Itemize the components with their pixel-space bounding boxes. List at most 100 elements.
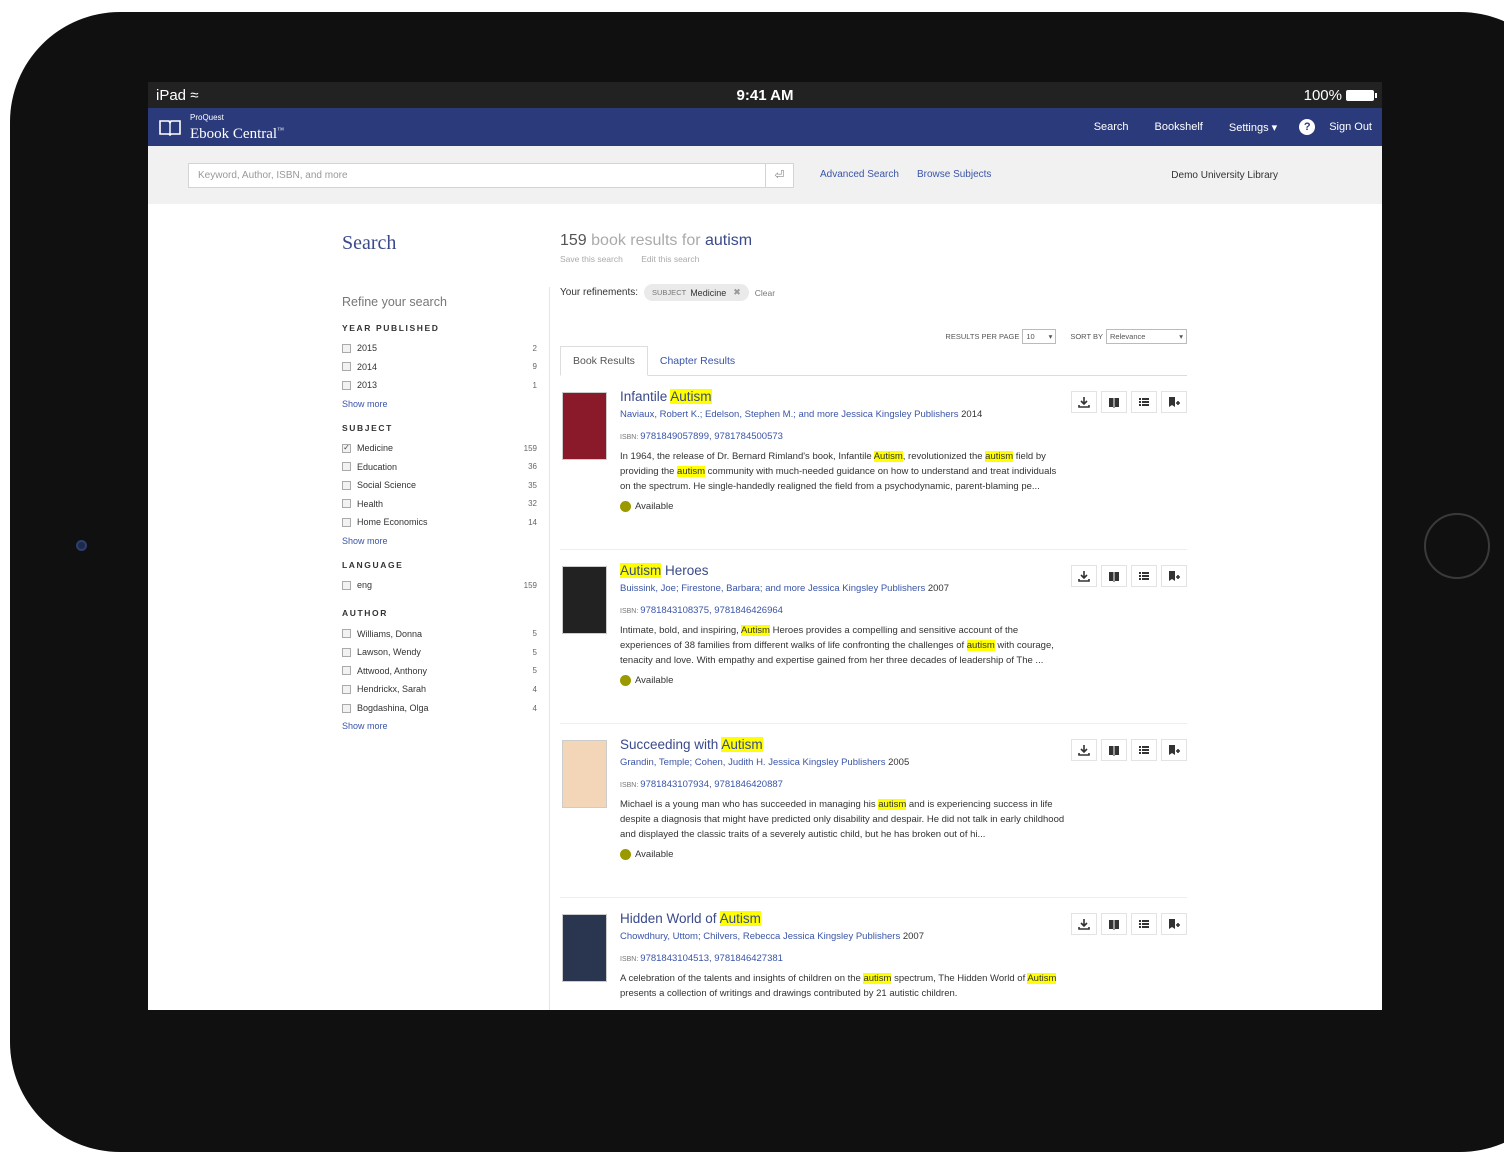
book-cover[interactable] (562, 566, 607, 634)
checkbox[interactable]: ✓ (342, 443, 351, 453)
remove-icon[interactable]: ✖ (733, 287, 741, 298)
facet-option[interactable]: 2014 9 (342, 358, 537, 377)
facet-count: 5 (532, 666, 537, 676)
enter-icon[interactable]: ⏎ (765, 163, 793, 187)
book-cover[interactable] (562, 392, 607, 460)
download-icon[interactable] (1071, 391, 1097, 413)
checkbox[interactable] (342, 580, 351, 590)
facet-option[interactable]: Attwood, Anthony 5 (342, 662, 537, 681)
book-snippet: Michael is a young man who has succeeded… (620, 797, 1065, 842)
availability: Available (620, 849, 1065, 860)
facet-option[interactable]: Social Science 35 (342, 476, 537, 495)
download-icon[interactable] (1071, 565, 1097, 587)
edit-search-link[interactable]: Edit this search (641, 254, 699, 264)
highlight: Autism (721, 737, 763, 752)
tab-book-results[interactable]: Book Results (560, 346, 648, 376)
per-page-select[interactable]: 10 ▾ (1022, 329, 1057, 344)
book-title[interactable]: Hidden World of Autism (620, 911, 1065, 926)
table-of-contents-icon[interactable] (1131, 565, 1157, 587)
nav-bookshelf[interactable]: Bookshelf (1155, 121, 1203, 133)
search-input[interactable] (189, 163, 765, 187)
book-title[interactable]: Succeeding with Autism (620, 737, 1065, 752)
highlight: autism (677, 466, 706, 477)
author-list[interactable]: Naviaux, Robert K.; Edelson, Stephen M.;… (620, 409, 839, 420)
checkbox[interactable] (342, 380, 351, 390)
nav-signout[interactable]: Sign Out (1329, 121, 1372, 133)
brand-logo[interactable]: ProQuest Ebook Central™ (158, 113, 284, 142)
table-of-contents-icon[interactable] (1131, 913, 1157, 935)
tab-chapter-results[interactable]: Chapter Results (648, 346, 747, 375)
author-list[interactable]: Grandin, Temple; Cohen, Judith H. (620, 757, 766, 768)
add-to-bookshelf-icon[interactable] (1161, 739, 1187, 761)
facet-option[interactable]: Hendrickx, Sarah 4 (342, 680, 537, 699)
checkbox[interactable] (342, 703, 351, 713)
checkbox[interactable] (342, 362, 351, 372)
table-of-contents-icon[interactable] (1131, 391, 1157, 413)
book-title[interactable]: Infantile Autism (620, 389, 1065, 404)
author-list[interactable]: Chowdhury, Uttom; Chilvers, Rebecca (620, 931, 780, 942)
download-icon[interactable] (1071, 913, 1097, 935)
checkbox[interactable] (342, 343, 351, 353)
facet-option[interactable]: Home Economics 14 (342, 513, 537, 532)
facet-option[interactable]: 2013 1 (342, 376, 537, 395)
checkbox[interactable] (342, 480, 351, 490)
checkbox[interactable] (342, 684, 351, 694)
facet-option[interactable]: Bogdashina, Olga 4 (342, 699, 537, 718)
facet-option[interactable]: Lawson, Wendy 5 (342, 643, 537, 662)
browse-subjects-link[interactable]: Browse Subjects (917, 169, 991, 180)
result-actions (1067, 391, 1187, 413)
read-online-icon[interactable] (1101, 913, 1127, 935)
results-heading: 159 book results for autism (560, 232, 753, 249)
refinement-chip[interactable]: SUBJECT Medicine ✖ (644, 284, 749, 301)
publisher[interactable]: Jessica Kingsley Publishers (768, 757, 885, 768)
help-icon[interactable]: ? (1299, 119, 1316, 135)
read-online-icon[interactable] (1101, 739, 1127, 761)
publisher[interactable]: Jessica Kingsley Publishers (783, 931, 900, 942)
checkbox[interactable] (342, 499, 351, 509)
sort-select[interactable]: Relevance ▾ (1106, 329, 1187, 344)
download-icon[interactable] (1071, 739, 1097, 761)
clear-refinements[interactable]: Clear (755, 288, 775, 298)
read-online-icon[interactable] (1101, 565, 1127, 587)
checkbox[interactable] (342, 629, 351, 639)
facet-option[interactable]: ✓ Medicine 159 (342, 439, 537, 458)
add-to-bookshelf-icon[interactable] (1161, 391, 1187, 413)
book-cover[interactable] (562, 914, 607, 982)
nav-settings[interactable]: Settings ▾ (1229, 121, 1277, 134)
facet-option[interactable]: eng 159 (342, 576, 537, 595)
status-device: iPad ≈ (156, 86, 199, 104)
advanced-search-link[interactable]: Advanced Search (820, 169, 899, 180)
highlight: autism (985, 451, 1014, 462)
facet-option[interactable]: Williams, Donna 5 (342, 624, 537, 643)
title-text: Succeeding with (620, 737, 722, 752)
checkbox[interactable] (342, 462, 351, 472)
show-more-link[interactable]: Show more (342, 536, 537, 546)
facet-option[interactable]: Health 32 (342, 495, 537, 514)
nav-search[interactable]: Search (1094, 121, 1129, 133)
checkbox[interactable] (342, 666, 351, 676)
save-search-link[interactable]: Save this search (560, 254, 623, 264)
book-cover[interactable] (562, 740, 607, 808)
facet-label: eng (357, 580, 373, 591)
publisher[interactable]: Jessica Kingsley Publishers (808, 583, 925, 594)
show-more-link[interactable]: Show more (342, 721, 537, 731)
facet-heading: AUTHOR (342, 608, 388, 619)
facet-label: Bogdashina, Olga (357, 703, 429, 714)
author-list[interactable]: Buissink, Joe; Firestone, Barbara; and m… (620, 583, 805, 594)
checkbox[interactable] (342, 517, 351, 527)
add-to-bookshelf-icon[interactable] (1161, 913, 1187, 935)
facet-option[interactable]: Education 36 (342, 457, 537, 476)
book-title[interactable]: Autism Heroes (620, 563, 1065, 578)
highlight: Autism (719, 911, 761, 926)
show-more-link[interactable]: Show more (342, 399, 537, 409)
snippet-text: , revolutionized the (902, 451, 986, 462)
publisher[interactable]: Jessica Kingsley Publishers (841, 409, 958, 420)
table-of-contents-icon[interactable] (1131, 739, 1157, 761)
checkbox[interactable] (342, 647, 351, 657)
add-to-bookshelf-icon[interactable] (1161, 565, 1187, 587)
refine-heading: Refine your search (342, 295, 447, 309)
home-button[interactable] (1424, 513, 1490, 579)
facet-option[interactable]: 2015 2 (342, 339, 537, 358)
read-online-icon[interactable] (1101, 391, 1127, 413)
battery-icon (1346, 90, 1377, 102)
